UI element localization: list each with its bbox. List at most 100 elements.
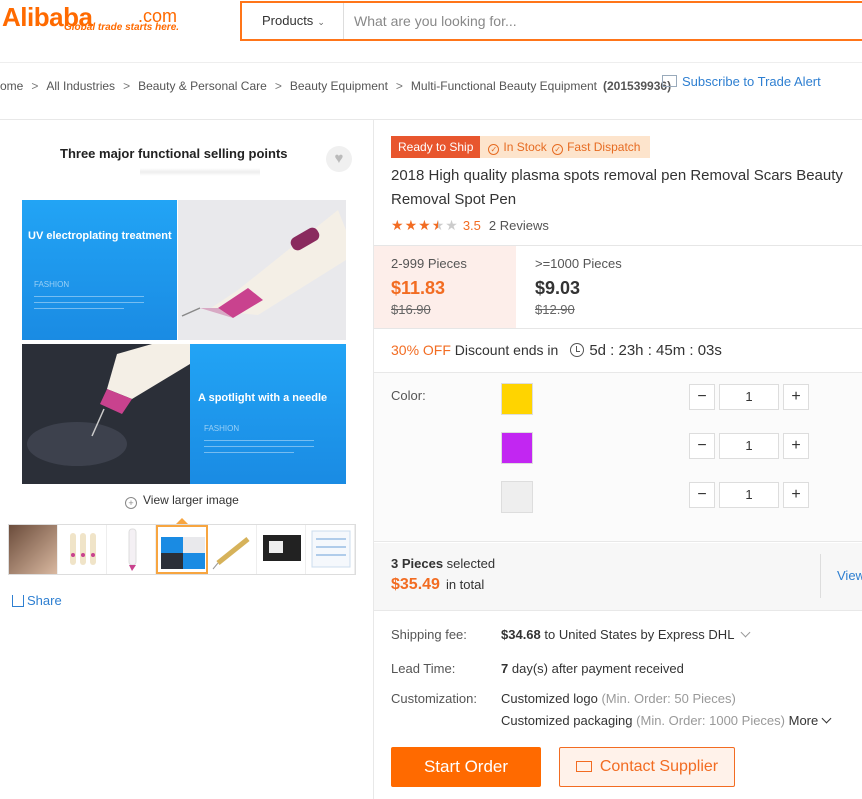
- logo-tagline: Global trade starts here.: [64, 22, 180, 33]
- lead-time-label: Lead Time:: [391, 661, 456, 676]
- needle-illustration: [22, 344, 190, 484]
- custom-logo-min: (Min. Order: 50 Pieces): [601, 691, 736, 706]
- panel-uv-text: UV electroplating treatment: [28, 230, 172, 242]
- search-category-label: Products: [262, 13, 314, 28]
- search-input[interactable]: [346, 3, 856, 39]
- search-category-dropdown[interactable]: Products ⌄: [242, 3, 344, 39]
- discount-label: Discount ends in: [454, 342, 559, 358]
- contact-supplier-label: Contact Supplier: [599, 758, 719, 775]
- fast-dispatch-label: Fast Dispatch: [567, 140, 641, 154]
- quantity-input[interactable]: 1: [719, 482, 779, 508]
- quantity-input[interactable]: 1: [719, 384, 779, 410]
- view-larger-image-link[interactable]: + View larger image: [125, 493, 239, 509]
- thumbnail-2[interactable]: [58, 525, 108, 574]
- thumbnail-5[interactable]: [207, 525, 257, 574]
- custom-packaging-label: Customized packaging: [501, 713, 633, 728]
- breadcrumb-all-industries[interactable]: All Industries: [46, 79, 115, 93]
- thumbnail-strip: [8, 524, 356, 575]
- custom-logo-label: Customized logo: [501, 691, 598, 706]
- decrease-button[interactable]: −: [689, 433, 715, 459]
- breadcrumb-beauty-personal-care[interactable]: Beauty & Personal Care: [138, 79, 267, 93]
- lead-days: 7: [501, 661, 509, 676]
- summary-total-amount: $35.49: [391, 576, 440, 593]
- shipping-value[interactable]: $34.68 to United States by Express DHL: [501, 627, 751, 642]
- star-icon: ★: [418, 216, 431, 233]
- star-icon: ★: [391, 216, 404, 233]
- star-empty-icon: ★: [445, 216, 458, 233]
- zoom-icon: +: [125, 497, 137, 509]
- color-swatch-purple[interactable]: [501, 432, 533, 464]
- reviews-link[interactable]: 2 Reviews: [489, 218, 549, 233]
- lead-text: day(s) after payment received: [511, 661, 684, 676]
- thumbnail-4[interactable]: [156, 525, 208, 574]
- shipping-label: Shipping fee:: [391, 627, 467, 642]
- chevron-down-icon: [740, 627, 751, 638]
- heart-icon[interactable]: ♥: [326, 146, 352, 172]
- product-title: 2018 High quality plasma spots removal p…: [391, 167, 843, 208]
- product-badges: Ready to Ship ✓ In Stock ✓ Fast Dispatch: [391, 136, 651, 158]
- quantity-stepper: − 1 +: [689, 384, 809, 410]
- envelope-icon: [575, 761, 592, 772]
- breadcrumb: ome > All Industries > Beauty & Personal C…: [0, 79, 672, 93]
- view-larger-label: View larger image: [143, 493, 239, 507]
- thumbnail-7[interactable]: [305, 525, 355, 574]
- share-label: Share: [27, 593, 62, 608]
- summary-quantity: 3 Pieces selected: [391, 556, 495, 571]
- lead-time-value: 7 day(s) after payment received: [501, 661, 684, 676]
- image-panel-uv: UV electroplating treatment FASHION: [22, 200, 177, 340]
- thumbnail-6[interactable]: [256, 525, 306, 574]
- contact-supplier-button[interactable]: Contact Supplier: [559, 747, 735, 787]
- image-panel-spotlight: A spotlight with a needle FASHION: [190, 344, 346, 484]
- subscribe-trade-alert-link[interactable]: Subscribe to Trade Alert: [662, 74, 821, 89]
- quantity-stepper: − 1 +: [689, 433, 809, 459]
- increase-button[interactable]: +: [783, 433, 809, 459]
- more-link[interactable]: More: [789, 713, 832, 728]
- color-swatch-yellow[interactable]: [501, 383, 533, 415]
- decrease-button[interactable]: −: [689, 482, 715, 508]
- tier-qty: >=1000 Pieces: [535, 256, 622, 271]
- image-headline: Three major functional selling points: [60, 146, 288, 161]
- subscribe-label: Subscribe to Trade Alert: [682, 74, 821, 89]
- view-details-link[interactable]: View: [837, 568, 862, 583]
- summary-total: $35.49 in total: [391, 576, 484, 594]
- breadcrumb-beauty-equipment[interactable]: Beauty Equipment: [290, 79, 388, 93]
- panel-spotlight-text: A spotlight with a needle: [198, 392, 328, 404]
- shipping-price: $34.68: [501, 627, 541, 642]
- breadcrumb-multi-functional[interactable]: Multi-Functional Beauty Equipment: [411, 79, 597, 93]
- stock-badge: ✓ In Stock ✓ Fast Dispatch: [480, 136, 651, 158]
- decrease-button[interactable]: −: [689, 384, 715, 410]
- image-panel-needle: [22, 344, 190, 484]
- quantity-input[interactable]: 1: [719, 433, 779, 459]
- in-stock-label: In Stock: [503, 140, 547, 154]
- chevron-down-icon: ⌄: [317, 17, 325, 27]
- color-swatch-white[interactable]: [501, 481, 533, 513]
- section-divider: [0, 119, 862, 120]
- product-rating[interactable]: ★ ★ ★ ★ ★ 3.5 2 Reviews: [391, 216, 549, 234]
- shipping-method: to United States by Express DHL: [544, 627, 735, 642]
- quantity-stepper: − 1 +: [689, 482, 809, 508]
- breadcrumb-home[interactable]: ome: [0, 79, 23, 93]
- thumbnail-1[interactable]: [9, 525, 59, 574]
- start-order-button[interactable]: Start Order: [391, 747, 541, 787]
- discount-percent: 30% OFF: [391, 342, 451, 358]
- tier-original-price: $12.90: [535, 302, 575, 317]
- image-panel-pen-closeup: [178, 200, 346, 340]
- countdown: 5d : 23h : 45m : 03s: [589, 342, 722, 359]
- customization-label: Customization:: [391, 691, 477, 706]
- ready-to-ship-badge: Ready to Ship: [391, 136, 481, 158]
- summary-in-total-label: in total: [445, 577, 485, 592]
- panel-spotlight-sub: FASHION: [204, 424, 240, 433]
- check-icon: ✓: [552, 144, 564, 155]
- tier-qty: 2-999 Pieces: [391, 256, 467, 271]
- increase-button[interactable]: +: [783, 482, 809, 508]
- clock-icon: [570, 343, 585, 357]
- star-icon: ★: [404, 216, 418, 233]
- share-button[interactable]: Share: [12, 593, 62, 608]
- discount-timer: 30% OFF Discount ends in 5d : 23h : 45m :…: [391, 342, 722, 359]
- tier-original-price: $16.90: [391, 302, 431, 317]
- search-bar: Products ⌄: [240, 1, 862, 41]
- increase-button[interactable]: +: [783, 384, 809, 410]
- color-label: Color:: [391, 388, 426, 403]
- thumbnail-3[interactable]: [107, 525, 157, 574]
- alibaba-logo[interactable]: Alibaba .com Global trade starts here.: [0, 2, 190, 38]
